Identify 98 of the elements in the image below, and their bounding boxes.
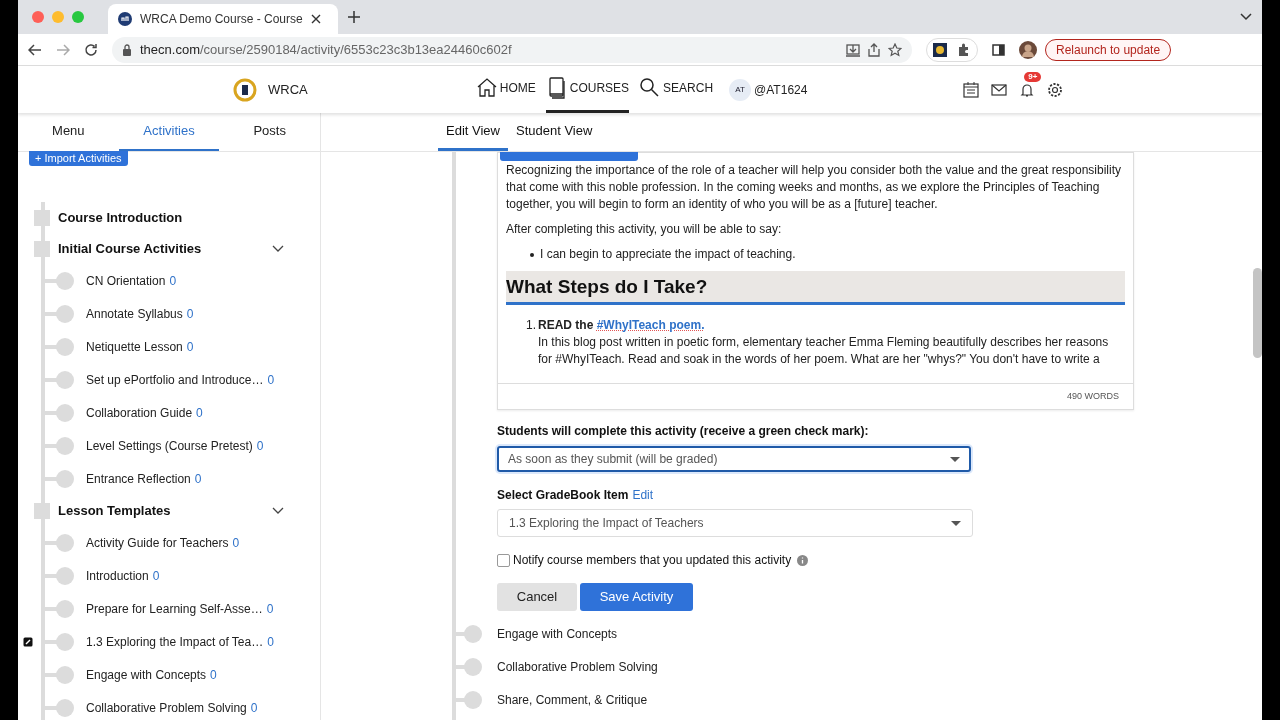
activity-item[interactable]: Introduction [86, 566, 149, 585]
activity-item[interactable]: Activity Guide for Teachers [86, 533, 229, 552]
gradebook-dropdown[interactable]: 1.3 Exploring the Impact of Teachers [497, 509, 973, 537]
star-icon[interactable] [888, 42, 902, 57]
info-icon [797, 554, 809, 566]
activity-item[interactable]: Collaboration Guide [86, 403, 193, 422]
activity-item[interactable]: Collaborative Problem Solving [86, 698, 247, 717]
list-item-text: I can begin to appreciate the impact of teaching. [540, 246, 796, 263]
maximize-window-icon [72, 11, 84, 23]
activity-count: 0 [232, 534, 240, 552]
activity-count: 0 [267, 633, 274, 651]
close-icon[interactable] [310, 14, 321, 24]
save-activity-button[interactable]: Save Activity [580, 583, 693, 611]
text-editor[interactable] [497, 152, 1134, 410]
tab-title: WRCA Demo Course - Course [140, 11, 303, 28]
nav-link[interactable]: COURSES [545, 66, 630, 113]
nav-link[interactable]: SEARCH [639, 66, 714, 113]
word-count: 490 WORDS [1067, 389, 1119, 403]
settings-icon[interactable] [1047, 81, 1064, 98]
side-panel-icon[interactable] [992, 43, 1005, 56]
back-icon[interactable] [28, 43, 42, 56]
puzzle-icon[interactable] [957, 42, 971, 57]
activity-item[interactable]: CN Orientation [86, 271, 166, 290]
activity-count: 0 [250, 699, 258, 717]
mail-icon[interactable] [991, 83, 1008, 96]
chevron-down-icon[interactable] [1240, 13, 1252, 21]
activity-item[interactable]: Netiquette Lesson [86, 337, 183, 356]
install-icon[interactable] [846, 42, 860, 57]
logo-icon [232, 76, 258, 103]
bell-icon[interactable] [1019, 81, 1036, 98]
dropdown-arrow-icon [950, 456, 960, 462]
cancel-button[interactable]: Cancel [497, 583, 577, 611]
activity-count: 0 [266, 600, 274, 618]
logo-text: WRCA [268, 80, 308, 99]
address-bar[interactable]: thecn.com/course/2590184/activity/6553c23c3b13ea24460c602f [112, 36, 912, 63]
activity-count: 0 [152, 567, 160, 585]
activity-count: 0 [169, 272, 177, 290]
paragraph-text: Recognizing the importance of the role of a teacher will help you consider both the value and the great responsibility that come with this noble profession. In the coming weeks and months, as we explore the Principles of Teaching together, you will begin to form an identity of who you will be as a [future] teacher. [506, 162, 1123, 213]
activity-item[interactable]: Collaborative Problem Solving [497, 657, 658, 676]
minimize-window-icon [52, 11, 64, 23]
field-label: Select GradeBook Item [497, 487, 629, 504]
paragraph-text: After completing this activity, you will be able to say: [506, 221, 783, 238]
calendar-icon[interactable] [963, 81, 980, 98]
activity-count: 0 [196, 404, 203, 422]
close-window-icon [32, 11, 44, 23]
import-activities-button[interactable]: + Import Activities [29, 151, 128, 166]
sidebar-tab[interactable]: Menu [18, 113, 119, 151]
avatar-initials: AT [735, 85, 745, 94]
chevron-down-icon[interactable] [272, 244, 284, 253]
share-icon[interactable] [868, 42, 880, 57]
field-label: Students will complete this activity (receive a green check mark): [497, 423, 870, 440]
paragraph-text: In this blog post written in poetic form, elementary teacher Emma Fleming beautifully describes her reasons for #WhyITeach. Read and soak in the words of her poem. What are her "whys?" You don't have to write a [538, 334, 1110, 368]
lock-icon [122, 43, 132, 56]
new-tab-icon[interactable] [348, 11, 360, 23]
view-tab[interactable]: Student View [507, 113, 601, 151]
checkbox-label: Notify course members that you updated this activity [513, 552, 792, 569]
chevron-down-icon[interactable] [272, 506, 284, 515]
activity-item[interactable]: 1.3 Exploring the Impact of Tea… [86, 632, 264, 651]
activity-count: 0 [186, 305, 194, 323]
activity-item[interactable]: Set up ePortfolio and Introduce… [86, 370, 264, 389]
activity-item[interactable]: Entrance Reflection [86, 469, 191, 488]
house-icon [475, 77, 498, 99]
activity-item[interactable]: Share, Comment, & Critique [497, 690, 648, 709]
poem-link[interactable]: #WhyITeach poem. [596, 318, 705, 332]
completion-dropdown[interactable]: As soon as they submit (will be graded) [497, 446, 971, 472]
user-avatar[interactable]: AT [729, 78, 752, 101]
site-icon [118, 12, 132, 26]
profile-avatar[interactable] [1019, 40, 1037, 59]
activity-item[interactable]: Engage with Concepts [86, 665, 207, 684]
activity-count: 0 [210, 666, 217, 684]
user-handle: @AT1624 [754, 81, 808, 99]
activity-item[interactable]: Prepare for Learning Self-Asse… [86, 599, 263, 618]
extension-icon[interactable] [933, 42, 947, 57]
section-heading: What Steps do I Take? [506, 271, 1125, 305]
step-title: READ the #WhyITeach poem. [538, 317, 706, 334]
dropdown-arrow-icon [951, 520, 961, 526]
section-title[interactable]: Initial Course Activities [58, 238, 268, 259]
activity-count: 0 [194, 470, 202, 488]
sidebar-tab[interactable]: Posts [219, 113, 320, 151]
browser-tab[interactable]: WRCA Demo Course - Course [108, 4, 338, 34]
url-text: thecn.com/course/2590184/activity/6553c23c3b13ea24460c602f [140, 40, 512, 59]
edit-link[interactable]: Edit [632, 486, 654, 504]
step-number: 1. [526, 317, 537, 334]
section-title[interactable]: Course Introduction [58, 207, 268, 228]
activity-count: 0 [267, 371, 275, 389]
notify-checkbox[interactable] [497, 553, 510, 567]
activity-item[interactable]: Level Settings (Course Pretest) [86, 436, 253, 455]
activity-item[interactable]: Annotate Syllabus [86, 304, 183, 323]
bullet-icon [530, 252, 534, 257]
scrollbar-thumb[interactable] [1253, 268, 1262, 358]
relaunch-button[interactable]: Relaunch to update [1045, 38, 1172, 61]
activity-count: 0 [186, 338, 194, 356]
notification-badge: 9+ [1024, 71, 1042, 82]
activity-item[interactable]: Engage with Concepts [497, 624, 618, 643]
reload-icon[interactable] [84, 42, 98, 57]
section-title[interactable]: Lesson Templates [58, 500, 268, 521]
nav-link[interactable]: HOME [475, 66, 536, 113]
activity-count: 0 [256, 437, 264, 455]
